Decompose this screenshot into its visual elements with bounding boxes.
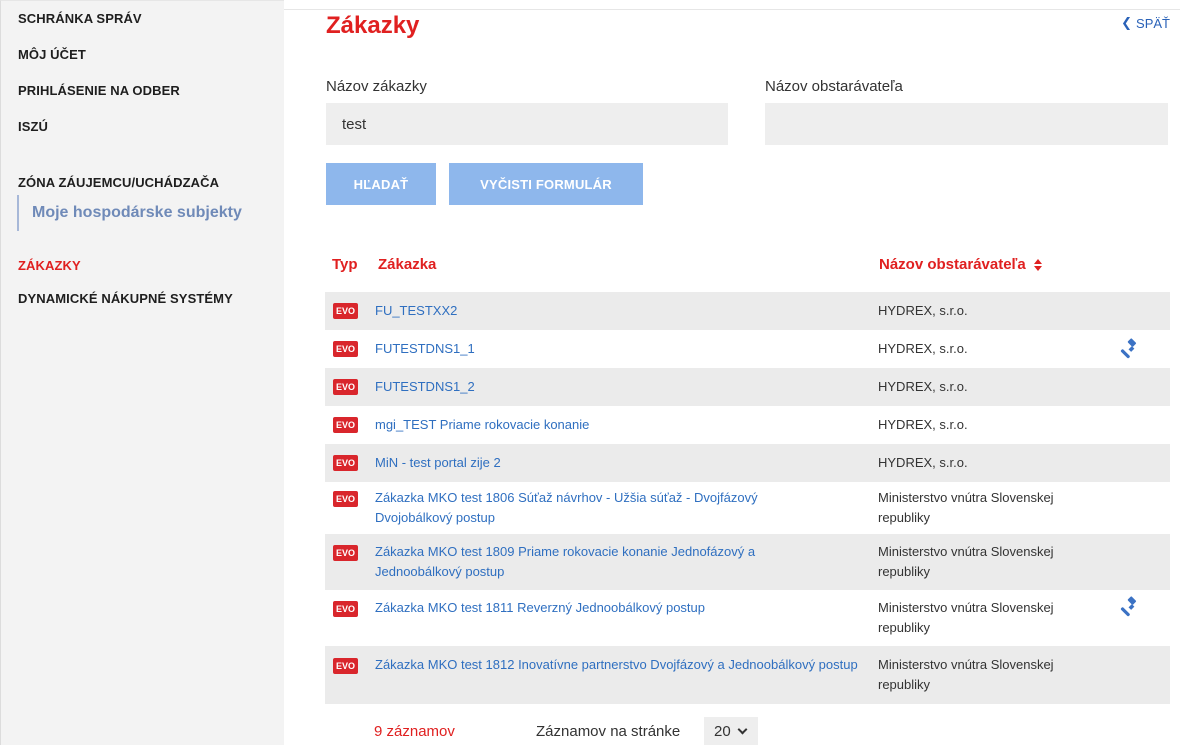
table-row: EVO FU_TESTXX2 HYDREX, s.r.o. [325, 292, 1170, 330]
zakazka-link[interactable]: FUTESTDNS1_1 [375, 339, 875, 359]
column-header-obstaravatel-label: Názov obstarávateľa [879, 256, 1026, 273]
table-row: EVO Zákazka MKO test 1809 Priame rokovac… [325, 534, 1170, 590]
obstaravatel-text: HYDREX, s.r.o. [878, 341, 968, 356]
type-badge: EVO [333, 303, 358, 319]
clear-form-button[interactable]: VYČISTI FORMULÁR [449, 163, 643, 205]
zakazka-link[interactable]: mgi_TEST Priame rokovacie konanie [375, 415, 875, 435]
sort-icon[interactable] [1033, 259, 1042, 272]
obstaravatel-text: HYDREX, s.r.o. [878, 417, 968, 432]
type-badge: EVO [333, 601, 358, 617]
obstaravatel-text: HYDREX, s.r.o. [878, 379, 968, 394]
gavel-icon[interactable] [1120, 596, 1142, 618]
record-count: 9 záznamov [374, 723, 455, 740]
type-badge: EVO [333, 341, 358, 357]
column-header-zakazka: Zákazka [378, 256, 437, 273]
zakazka-link[interactable]: Zákazka MKO test 1809 Priame rokovacie k… [375, 542, 815, 582]
table-row: EVO Zákazka MKO test 1811 Reverzný Jedno… [325, 590, 1170, 646]
obstaravatel-text: Ministerstvo vnútra Slovenskej republiky [878, 544, 1054, 579]
type-badge: EVO [333, 491, 358, 507]
nazov-zakazky-label: Názov zákazky [326, 78, 427, 95]
zakazka-link[interactable]: FUTESTDNS1_2 [375, 377, 875, 397]
column-header-obstaravatel[interactable]: Názov obstarávateľa [879, 256, 1042, 273]
table-row: EVO Zákazka MKO test 1806 Súťaž návrhov … [325, 482, 1170, 534]
table-row: EVO FUTESTDNS1_1 HYDREX, s.r.o. [325, 330, 1170, 368]
gavel-icon[interactable] [1120, 338, 1142, 360]
per-page-label: Záznamov na stránke [536, 723, 681, 740]
zakazka-link[interactable]: FU_TESTXX2 [375, 301, 875, 321]
table-row: EVO FUTESTDNS1_2 HYDREX, s.r.o. [325, 368, 1170, 406]
type-badge: EVO [333, 545, 358, 561]
obstaravatel-text: Ministerstvo vnútra Slovenskej republiky [878, 600, 1054, 635]
chevron-down-icon [737, 724, 748, 734]
type-badge: EVO [333, 417, 358, 433]
sidebar-item-moj-ucet[interactable]: MÔJ ÚČET [18, 47, 86, 62]
search-button[interactable]: HĽADAŤ [326, 163, 436, 205]
sidebar-item-prihlasenie-na-odber[interactable]: PRIHLÁSENIE NA ODBER [18, 83, 180, 98]
per-page-value: 20 [714, 722, 731, 740]
table-row: EVO MiN - test portal zije 2 HYDREX, s.r… [325, 444, 1170, 482]
sidebar-item-schranka-sprav[interactable]: SCHRÁNKA SPRÁV [18, 11, 142, 26]
chevron-left-icon: ❮ [1121, 15, 1133, 30]
per-page-select[interactable]: 20 [704, 717, 758, 745]
sidebar-item-zakazky[interactable]: ZÁKAZKY [18, 258, 81, 273]
type-badge: EVO [333, 455, 358, 471]
sidebar-subitem-label: Moje hospodárske subjekty [32, 204, 242, 221]
page-title: Zákazky [326, 12, 420, 39]
sidebar-item-zona-zaujemcu[interactable]: ZÓNA ZÁUJEMCU/UCHÁDZAČA [18, 175, 219, 190]
sidebar-subitem-moje-hospodarske-subjekty[interactable]: Moje hospodárske subjekty [17, 195, 242, 231]
sidebar: SCHRÁNKA SPRÁV MÔJ ÚČET PRIHLÁSENIE NA O… [0, 0, 284, 745]
sidebar-item-iszu[interactable]: ISZÚ [18, 119, 48, 134]
obstaravatel-text: HYDREX, s.r.o. [878, 455, 968, 470]
zakazka-link[interactable]: Zákazka MKO test 1806 Súťaž návrhov - Už… [375, 488, 815, 528]
zakazka-link[interactable]: Zákazka MKO test 1811 Reverzný Jednoobál… [375, 598, 875, 618]
nazov-obstaravatela-label: Názov obstarávateľa [765, 78, 903, 95]
table-row: EVO mgi_TEST Priame rokovacie konanie HY… [325, 406, 1170, 444]
column-header-typ: Typ [332, 256, 358, 273]
back-link[interactable]: ❮ SPÄŤ [1121, 15, 1170, 31]
type-badge: EVO [333, 658, 358, 674]
obstaravatel-text: Ministerstvo vnútra Slovenskej republiky [878, 490, 1054, 525]
obstaravatel-text: Ministerstvo vnútra Slovenskej republiky [878, 657, 1054, 692]
obstaravatel-text: HYDREX, s.r.o. [878, 303, 968, 318]
zakazka-link[interactable]: MiN - test portal zije 2 [375, 453, 875, 473]
nazov-obstaravatela-input[interactable] [765, 103, 1168, 145]
sidebar-item-dynamicke-nakupne-systemy[interactable]: DYNAMICKÉ NÁKUPNÉ SYSTÉMY [18, 291, 233, 306]
zakazka-link[interactable]: Zákazka MKO test 1812 Inovatívne partner… [375, 655, 865, 675]
back-link-label: SPÄŤ [1136, 15, 1170, 31]
table-row: EVO Zákazka MKO test 1812 Inovatívne par… [325, 646, 1170, 704]
type-badge: EVO [333, 379, 358, 395]
main-content: Zákazky ❮ SPÄŤ Názov zákazky Názov obsta… [284, 0, 1180, 745]
nazov-zakazky-input[interactable] [326, 103, 728, 145]
